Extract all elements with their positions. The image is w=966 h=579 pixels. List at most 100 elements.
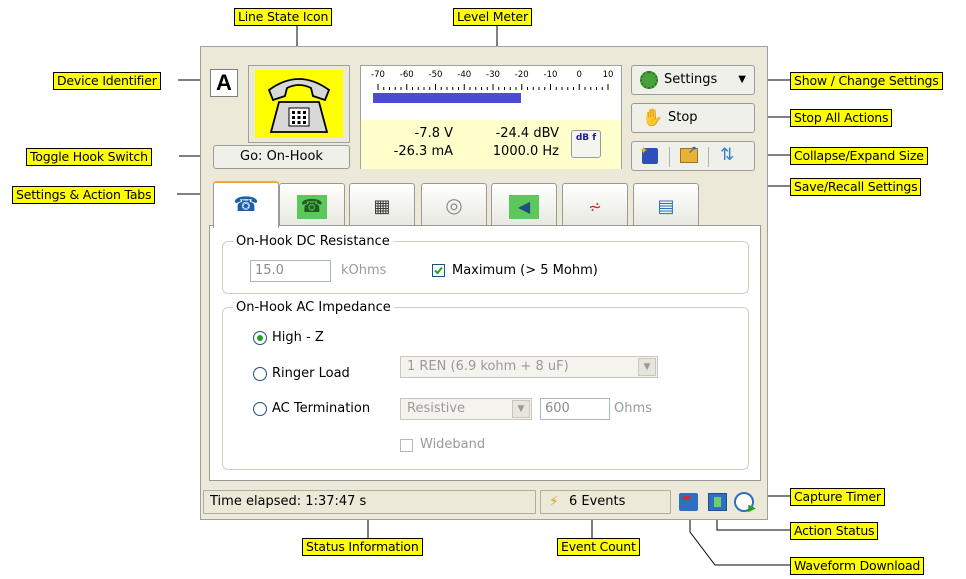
meter-scale-label: -20 (514, 70, 529, 80)
callout-waveform-download: Waveform Download (790, 557, 925, 575)
chevron-down-icon: ▼ (738, 74, 746, 85)
keypad-icon: ▦ (373, 196, 391, 217)
callout-collapse-expand-size: Collapse/Expand Size (790, 147, 928, 165)
meter-scale-label: 0 (576, 70, 582, 80)
maximum-label: Maximum (> 5 Mohm) (452, 263, 598, 278)
meter-scale-label: -60 (399, 70, 414, 80)
meter-scale-label: -40 (457, 70, 472, 80)
callout-device-identifier: Device Identifier (53, 72, 161, 90)
ac-impedance-group: On-Hook AC Impedance (222, 300, 749, 470)
db-f-icon: dB f (575, 133, 597, 143)
meter-scale-label: -30 (486, 70, 500, 80)
meter-bar-track (373, 93, 608, 103)
meter-ticks (377, 84, 609, 90)
tab-phone-ring[interactable]: ☎ (279, 183, 345, 226)
save-settings-icon[interactable]: ✦ (639, 144, 658, 164)
callout-save-recall-settings: Save/Recall Settings (790, 178, 922, 196)
capture-timer-icon[interactable]: ▶ (734, 492, 756, 514)
waveform-download-icon[interactable]: ▰ (679, 490, 698, 511)
event-count[interactable]: ⚡ 6 Events (540, 490, 671, 514)
meter-scale-label: -10 (543, 70, 558, 80)
callout-stop-all-actions: Stop All Actions (790, 109, 893, 127)
current-reading: -26.3 mA (393, 144, 453, 159)
ringer-load-select[interactable]: 1 REN (6.9 kohm + 8 uF) ▼ (400, 356, 658, 378)
callout-settings-action-tabs: Settings & Action Tabs (12, 186, 156, 204)
tab-analyzer[interactable]: ⩫ (562, 183, 628, 226)
dc-resistance-input[interactable]: 15.0 (250, 260, 331, 282)
meter-bar-fill (373, 93, 522, 103)
phone-green-icon: ☎ (297, 195, 327, 219)
wideband-checkbox[interactable] (400, 439, 413, 452)
callout-show-change-settings: Show / Change Settings (790, 72, 943, 90)
stop-all-button[interactable]: ✋ Stop (631, 103, 755, 133)
ac-impedance-legend: On-Hook AC Impedance (236, 300, 391, 315)
gear-icon (640, 71, 658, 89)
chevron-down-icon: ▼ (512, 400, 530, 418)
callout-status-information: Status Information (302, 538, 423, 556)
device-identifier: A (210, 69, 238, 97)
meter-scale-label: -50 (428, 70, 443, 80)
dial-icon: ◎ (445, 193, 463, 217)
wideband-label: Wideband (420, 437, 486, 452)
tab-grid[interactable]: ▤ (633, 183, 699, 226)
high-z-radio[interactable] (253, 331, 267, 345)
meter-readings: -7.8 V -26.3 mA -24.4 dBV 1000.0 Hz dB f (361, 120, 621, 169)
ringer-load-value: 1 REN (6.9 kohm + 8 uF) (407, 359, 569, 374)
settings-button[interactable]: Settings ▼ (631, 65, 755, 95)
analyzer-icon: ⩫ (588, 197, 602, 216)
status-bar: Time elapsed: 1:37:47 s ⚡ 6 Events ▰ ▶ (201, 487, 767, 518)
line-state-background (255, 70, 343, 138)
ac-termination-label: AC Termination (272, 401, 371, 416)
dc-resistance-legend: On-Hook DC Resistance (236, 234, 390, 249)
settings-icon-toolbar: ✦ ➚ ⇅ (631, 141, 755, 171)
callout-level-meter: Level Meter (453, 8, 532, 26)
callout-toggle-hook-switch: Toggle Hook Switch (26, 148, 152, 166)
ringer-load-label: Ringer Load (272, 366, 350, 381)
toolbar-divider (708, 147, 709, 167)
high-z-label: High - Z (272, 330, 324, 345)
meter-scale: -70 -60 -50 -40 -30 -20 -10 0 10 (371, 70, 614, 84)
tab-audio[interactable]: ◀︎ (491, 183, 557, 226)
callout-action-status: Action Status (790, 522, 879, 540)
meter-scale-label: 10 (602, 70, 614, 80)
settings-panel: On-Hook DC Resistance 15.0 kOhms Maximum… (209, 225, 761, 481)
ohms-unit: Ohms (614, 401, 652, 416)
stop-label: Stop (668, 110, 698, 125)
callout-event-count: Event Count (557, 538, 640, 556)
ac-ohms-input[interactable]: 600 (540, 398, 610, 420)
ac-termination-radio[interactable] (253, 402, 267, 416)
line-state-panel (248, 65, 350, 143)
hand-stop-icon: ✋ (642, 108, 664, 128)
tab-keypad[interactable]: ▦ (349, 183, 415, 226)
level-reading: -24.4 dBV (495, 126, 559, 141)
callout-line-state-icon: Line State Icon (234, 8, 333, 26)
status-information: Time elapsed: 1:37:47 s (203, 490, 536, 514)
tab-dial[interactable]: ◎ (421, 183, 487, 226)
settings-label: Settings (664, 72, 718, 87)
action-status-icon[interactable] (708, 493, 727, 511)
recall-settings-icon[interactable]: ➚ (680, 143, 698, 163)
toggle-hook-button[interactable]: Go: On-Hook (213, 145, 350, 169)
phone-blue-icon: ☎ (233, 192, 259, 216)
ac-termination-value: Resistive (407, 401, 466, 416)
ac-termination-select[interactable]: Resistive ▼ (400, 398, 532, 420)
tab-phone[interactable]: ☎ (213, 181, 279, 228)
grid-icon: ▤ (657, 196, 675, 217)
chevron-down-icon: ▼ (638, 358, 656, 376)
collapse-expand-icon[interactable]: ⇅ (720, 145, 734, 165)
voltage-reading: -7.8 V (414, 126, 453, 141)
lightning-icon: ⚡ (549, 494, 559, 510)
meter-scale-label: -70 (371, 70, 385, 80)
toolbar-divider (669, 147, 670, 167)
db-f-toggle-button[interactable]: dB f (571, 130, 601, 158)
checkmark-icon (434, 266, 443, 275)
event-count-label: 6 Events (569, 494, 626, 509)
speaker-icon: ◀︎ (509, 195, 539, 219)
callout-capture-timer: Capture Timer (790, 488, 885, 506)
level-meter: -70 -60 -50 -40 -30 -20 -10 0 10 -7.8 V -26.3 mA… (360, 65, 622, 169)
dc-resistance-unit: kOhms (341, 263, 387, 278)
phone-onhook-icon (267, 78, 331, 133)
maximum-checkbox[interactable] (432, 264, 445, 277)
frequency-reading: 1000.0 Hz (492, 144, 559, 159)
ringer-load-radio[interactable] (253, 367, 267, 381)
